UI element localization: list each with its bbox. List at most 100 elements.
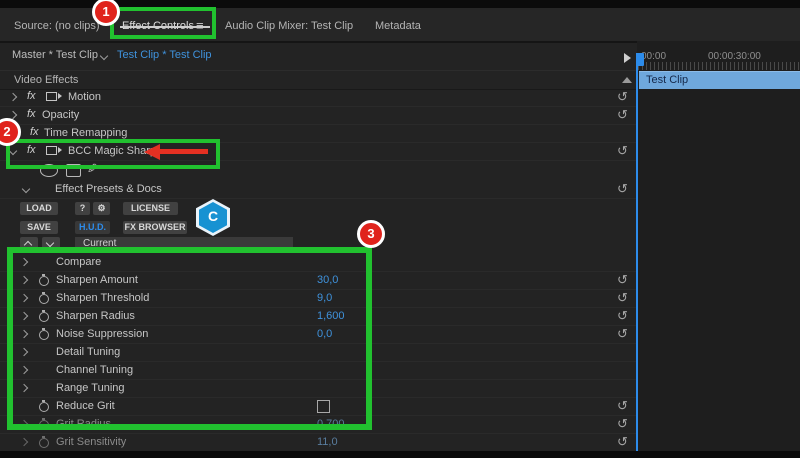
annotation-arrow	[158, 149, 208, 154]
preset-dropdown[interactable]: Current	[75, 237, 293, 251]
preset-next-button[interactable]	[42, 237, 60, 250]
reset-icon[interactable]: ↺	[617, 272, 628, 287]
param-value[interactable]: 11,0	[317, 436, 338, 448]
reset-icon[interactable]: ↺	[617, 290, 628, 305]
param-value[interactable]: 0,0	[317, 328, 332, 340]
timeline-clip-bar[interactable]: Test Clip	[639, 71, 800, 89]
clip-play	[58, 147, 62, 153]
stopwatch-icon[interactable]	[39, 330, 49, 340]
reset-icon[interactable]: ↺	[617, 398, 628, 413]
reset-icon[interactable]: ↺	[617, 308, 628, 323]
clip-breadcrumb: Master * Test Clip Test Clip * Test Clip	[0, 43, 636, 71]
stopwatch-icon[interactable]	[39, 294, 49, 304]
stopwatch-icon[interactable]	[39, 420, 49, 430]
reset-icon[interactable]: ↺	[617, 143, 628, 158]
license-button[interactable]: LICENSE	[123, 202, 178, 215]
annotation-arrow-head	[144, 144, 160, 160]
reset-icon[interactable]: ↺	[617, 89, 628, 104]
help-button[interactable]: ?	[75, 202, 90, 215]
effect-row-bcc-magic-sharp[interactable]: fxBCC Magic Sharp↺	[0, 142, 636, 161]
param-checkbox[interactable]	[317, 400, 330, 413]
hud-button[interactable]: H.U.D.	[75, 221, 110, 234]
param-row-grit-sensitivity[interactable]: Grit Sensitivity 11,0 ↺	[0, 433, 636, 452]
chevron-right-icon[interactable]	[20, 330, 28, 338]
scroll-up-icon[interactable]	[622, 77, 632, 83]
param-row-grit-radius[interactable]: Grit Radius 0,700 ↺	[0, 415, 636, 434]
breadcrumb-master[interactable]: Master * Test Clip	[12, 49, 98, 61]
active-tab-underline	[120, 26, 210, 28]
chevron-right-icon[interactable]	[20, 438, 28, 446]
param-label: Channel Tuning	[56, 364, 133, 376]
ellipse-mask-icon[interactable]	[40, 164, 58, 177]
clip-rect	[46, 146, 57, 155]
param-row-noise-suppression[interactable]: Noise Suppression0,0↺	[0, 325, 636, 344]
playhead-icon[interactable]	[636, 53, 644, 66]
ruler-ticks	[638, 62, 800, 70]
load-button[interactable]: LOAD	[20, 202, 58, 215]
fx-badge-icon[interactable]: fx	[27, 90, 36, 102]
stopwatch-icon[interactable]	[39, 402, 49, 412]
param-value[interactable]: 0,700	[317, 418, 345, 430]
effect-row-opacity[interactable]: fxOpacity↺	[0, 106, 636, 125]
param-value[interactable]: 1,600	[317, 310, 345, 322]
param-label: Detail Tuning	[56, 346, 120, 358]
breadcrumb-clip[interactable]: Test Clip * Test Clip	[117, 49, 212, 61]
playhead-line[interactable]	[636, 53, 638, 451]
presets-group-row[interactable]: Effect Presets & Docs ↺	[0, 180, 636, 199]
param-value[interactable]: 9,0	[317, 292, 332, 304]
fx-badge-icon[interactable]: fx	[27, 144, 36, 156]
param-row-sharpen-radius[interactable]: Sharpen Radius1,600↺	[0, 307, 636, 326]
clip-transform-icon[interactable]	[46, 91, 63, 102]
chevron-right-icon[interactable]	[20, 420, 28, 428]
preset-prev-button[interactable]	[20, 237, 38, 250]
effect-row-time-remapping[interactable]: fxTime Remapping	[0, 124, 636, 143]
chevron-right-icon[interactable]	[9, 93, 17, 101]
chevron-right-icon[interactable]	[20, 348, 28, 356]
reset-icon[interactable]: ↺	[617, 107, 628, 122]
timeline-expand-icon[interactable]	[624, 53, 631, 63]
tab-audio-clip-mixer[interactable]: Audio Clip Mixer: Test Clip	[225, 20, 353, 32]
clip-transform-icon[interactable]	[46, 145, 63, 156]
chevron-right-icon[interactable]	[20, 384, 28, 392]
reset-icon[interactable]: ↺	[617, 416, 628, 431]
video-effects-header: Video Effects	[0, 70, 636, 90]
param-label: Reduce Grit	[56, 400, 115, 412]
save-button[interactable]: SAVE	[20, 221, 58, 234]
tab-source[interactable]: Source: (no clips)	[14, 20, 100, 32]
chevron-down-icon[interactable]	[100, 52, 108, 60]
chevron-right-icon[interactable]	[20, 276, 28, 284]
tab-metadata[interactable]: Metadata	[375, 20, 421, 32]
param-row-reduce-grit[interactable]: Reduce Grit ↺	[0, 397, 636, 416]
reset-icon[interactable]: ↺	[617, 326, 628, 341]
param-value[interactable]: 30,0	[317, 274, 338, 286]
rectangle-mask-icon[interactable]	[66, 164, 81, 177]
stopwatch-icon[interactable]	[39, 276, 49, 286]
param-row-channel-tuning[interactable]: Channel Tuning	[0, 361, 636, 380]
effect-label: Motion	[68, 91, 101, 103]
fx-browser-button[interactable]: FX BROWSER	[123, 221, 187, 234]
effect-row-motion[interactable]: fx Motion ↺	[0, 88, 636, 107]
pen-mask-icon[interactable]: ✎	[87, 161, 98, 177]
param-row-range-tuning[interactable]: Range Tuning	[0, 379, 636, 398]
fx-badge-icon[interactable]: fx	[30, 126, 39, 138]
chevron-right-icon[interactable]	[20, 366, 28, 374]
reset-icon[interactable]: ↺	[617, 181, 628, 196]
chevron-down-icon[interactable]	[22, 185, 30, 193]
effect-controls-window: Source: (no clips) Effect Controls ≡ Aud…	[0, 0, 800, 458]
chevron-right-icon[interactable]	[20, 312, 28, 320]
fx-badge-icon[interactable]: fx	[27, 108, 36, 120]
stopwatch-icon[interactable]	[39, 438, 49, 448]
chevron-right-icon[interactable]	[20, 258, 28, 266]
stopwatch-icon[interactable]	[39, 312, 49, 322]
param-label: Grit Sensitivity	[56, 436, 126, 448]
settings-gear-button[interactable]: ⚙	[93, 202, 110, 215]
reset-icon[interactable]: ↺	[617, 434, 628, 449]
chevron-right-icon[interactable]	[20, 294, 28, 302]
param-row-detail-tuning[interactable]: Detail Tuning	[0, 343, 636, 362]
chevron-down-icon[interactable]	[9, 147, 17, 155]
param-label: Grit Radius	[56, 418, 111, 430]
effect-timeline-area[interactable]	[637, 41, 800, 451]
param-row-compare[interactable]: Compare	[0, 253, 636, 272]
param-row-sharpen-threshold[interactable]: Sharpen Threshold9,0↺	[0, 289, 636, 308]
param-row-sharpen-amount[interactable]: Sharpen Amount30,0↺	[0, 271, 636, 290]
